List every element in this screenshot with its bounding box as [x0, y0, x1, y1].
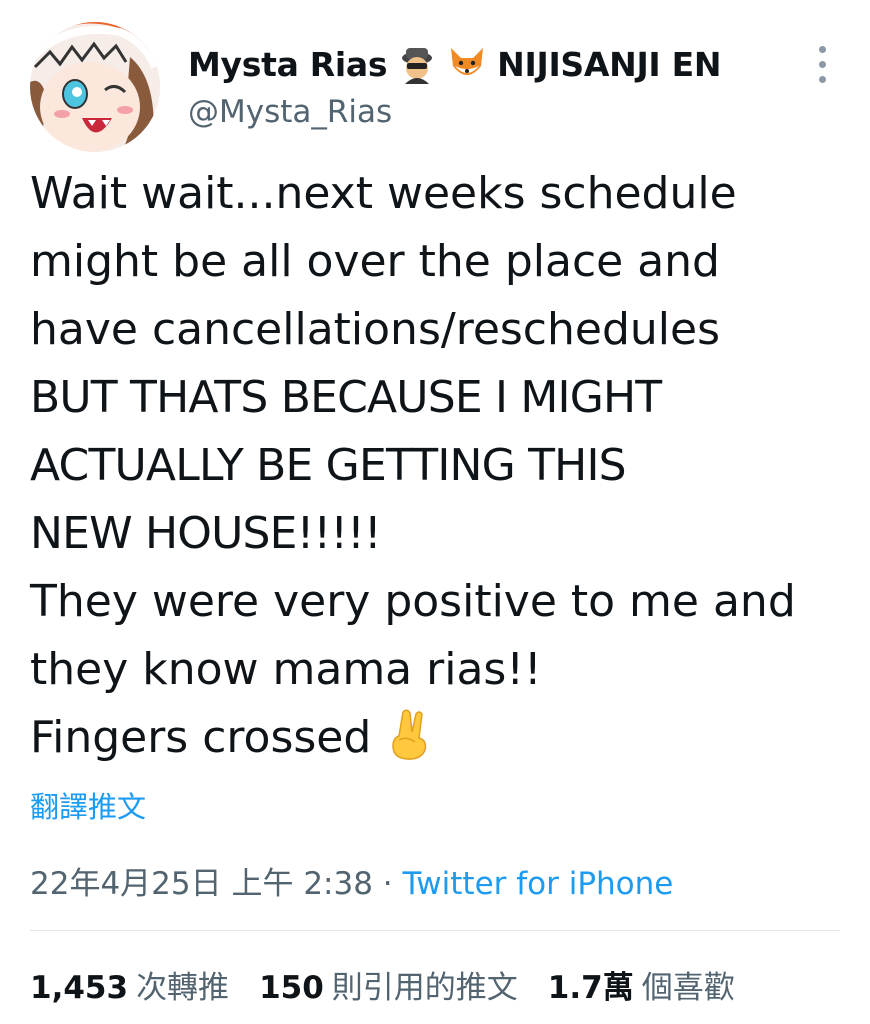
tweet-line: they know mama rias!!: [30, 644, 542, 695]
tweet-line: have cancellations/reschedules: [30, 304, 720, 355]
fox-icon: [451, 48, 484, 75]
engagement-stats: 1,453 次轉推 150 則引用的推文 1.7萬 個喜歡: [30, 962, 735, 1007]
tweet-body: Wait wait...next weeks schedule might be…: [30, 160, 850, 772]
avatar[interactable]: [30, 22, 160, 152]
quotes-label: 則引用的推文: [331, 970, 518, 1006]
retweets-label: 次轉推: [136, 970, 230, 1006]
quotes-stat[interactable]: 150 則引用的推文: [259, 962, 518, 1007]
tweet-line: ACTUALLY BE GETTING THIS: [30, 440, 627, 491]
tweet-meta: 22年4月25日 上午 2:38 · Twitter for iPhone: [30, 858, 673, 903]
display-name[interactable]: Mysta Rias: [188, 45, 387, 84]
tweet-line-last: Fingers crossed: [30, 704, 850, 772]
user-handle[interactable]: @Mysta_Rias: [188, 94, 392, 130]
tweet-line: They were very positive to me and: [30, 576, 796, 627]
likes-label: 個喜歡: [641, 970, 735, 1006]
tweet-line: Fingers crossed: [30, 712, 372, 763]
name-row: Mysta Rias NIJISANJI EN: [188, 42, 721, 86]
crossed-fingers-icon: [392, 709, 427, 760]
more-dot-icon: [819, 46, 826, 53]
more-dot-icon: [819, 61, 826, 68]
timestamp[interactable]: 22年4月25日 上午 2:38: [30, 866, 373, 902]
translate-tweet-link[interactable]: 翻譯推文: [30, 784, 146, 826]
source-link[interactable]: Twitter for iPhone: [403, 866, 674, 902]
avatar-image: [30, 22, 160, 152]
affiliation-label: NIJISANJI EN: [497, 44, 722, 84]
more-options-button[interactable]: [812, 44, 832, 100]
divider: [30, 930, 840, 931]
retweets-stat[interactable]: 1,453 次轉推: [30, 962, 229, 1007]
more-dot-icon: [819, 76, 826, 83]
tweet-line: BUT THATS BECAUSE I MIGHT: [30, 372, 662, 423]
retweets-count: 1,453: [30, 970, 129, 1006]
likes-count: 1.7萬: [547, 970, 634, 1006]
tweet-header: Mysta Rias NIJISANJI EN @Mysta_Rias: [30, 22, 840, 152]
tweet-line: Wait wait...next weeks schedule: [30, 168, 737, 219]
detective-icon: [402, 48, 433, 84]
tweet-line: NEW HOUSE!!!!!: [30, 508, 382, 559]
quotes-count: 150: [259, 970, 324, 1006]
tweet-line: might be all over the place and: [30, 236, 720, 287]
likes-stat[interactable]: 1.7萬 個喜歡: [548, 962, 735, 1007]
meta-separator: ·: [372, 866, 403, 902]
